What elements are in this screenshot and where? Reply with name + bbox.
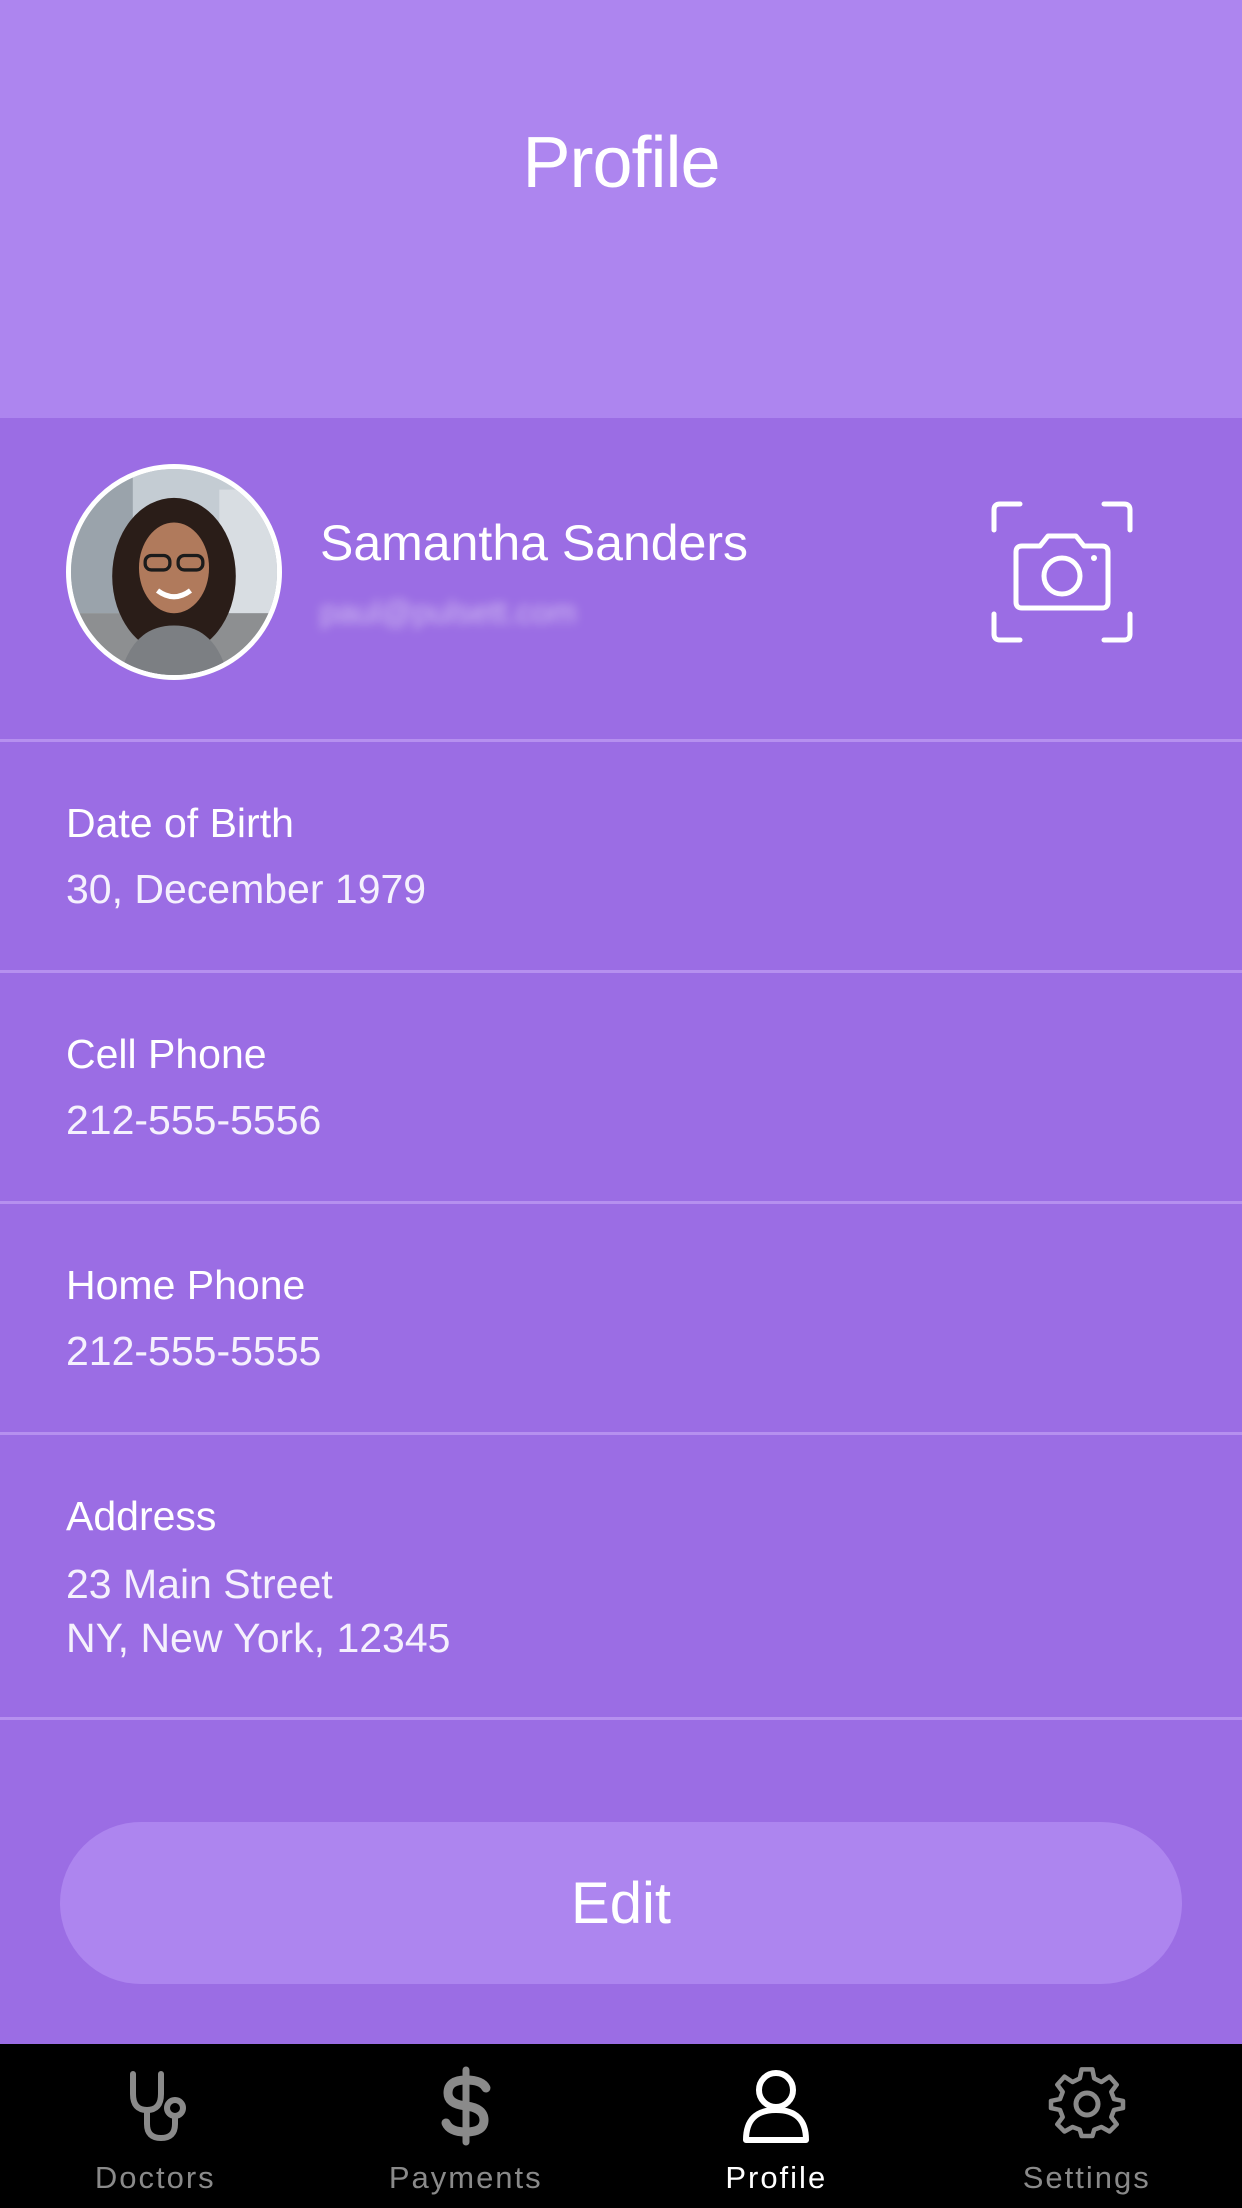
field-value-home-phone: 212-555-5555 xyxy=(66,1328,322,1374)
field-value-cell-phone: 212-555-5556 xyxy=(66,1097,322,1143)
camera-scan-button[interactable] xyxy=(990,500,1134,644)
tab-label: Doctors xyxy=(94,2160,216,2195)
profile-card: Samantha Sanders paul@pulsett.com xyxy=(0,418,1242,740)
tab-label: Profile xyxy=(725,2160,828,2195)
page-title: Profile xyxy=(522,123,720,203)
tab-label: Payments xyxy=(388,2160,543,2195)
field-value-address-line1: 23 Main Street xyxy=(66,1561,333,1607)
tab-payments[interactable]: Payments xyxy=(311,2044,622,2208)
tab-bar: Doctors Payments Profile Settings xyxy=(0,2044,1242,2208)
divider xyxy=(0,970,1242,973)
person-icon xyxy=(736,2066,816,2146)
field-label-date-of-birth: Date of Birth xyxy=(66,800,294,846)
tab-profile[interactable]: Profile xyxy=(621,2044,932,2208)
field-label-address: Address xyxy=(66,1493,217,1539)
tab-label: Settings xyxy=(1022,2160,1151,2195)
tab-doctors[interactable]: Doctors xyxy=(0,2044,311,2208)
user-name: Samantha Sanders xyxy=(320,515,749,571)
divider xyxy=(0,739,1242,742)
user-email: paul@pulsett.com xyxy=(320,594,577,630)
edit-button[interactable]: Edit xyxy=(60,1822,1182,1984)
dollar-icon xyxy=(426,2066,506,2146)
stethoscope-icon xyxy=(115,2066,195,2146)
avatar-photo xyxy=(71,469,277,675)
header: Profile xyxy=(0,0,1242,418)
field-label-home-phone: Home Phone xyxy=(66,1262,306,1308)
field-value-address-line2: NY, New York, 12345 xyxy=(66,1615,451,1661)
camera-icon xyxy=(991,501,1133,643)
divider xyxy=(0,1717,1242,1720)
divider xyxy=(0,1201,1242,1204)
avatar xyxy=(66,464,282,680)
field-label-cell-phone: Cell Phone xyxy=(66,1031,267,1077)
field-value-date-of-birth: 30, December 1979 xyxy=(66,866,427,912)
tab-settings[interactable]: Settings xyxy=(932,2044,1242,2208)
divider xyxy=(0,1432,1242,1435)
gear-icon xyxy=(1047,2066,1127,2146)
